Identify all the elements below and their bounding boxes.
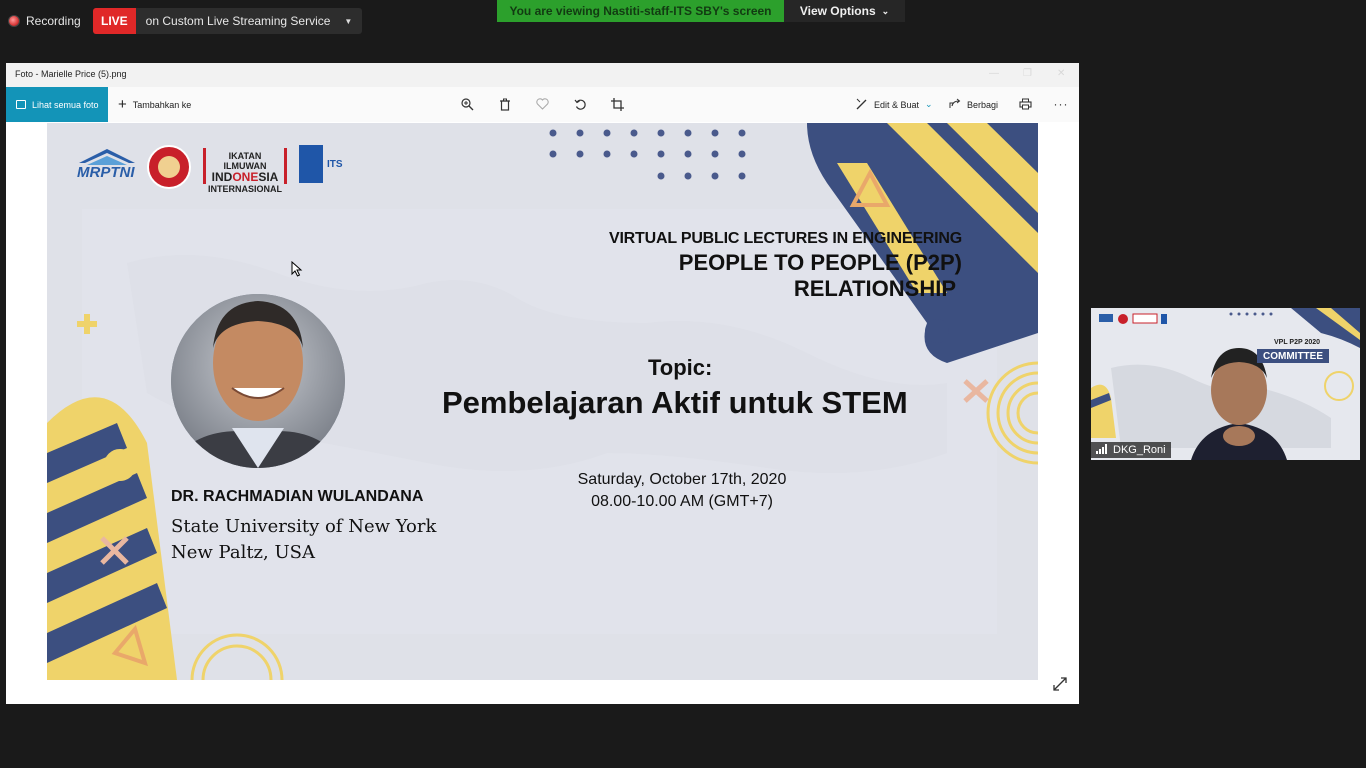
print-icon[interactable]	[1017, 96, 1033, 112]
lecture-series: VIRTUAL PUBLIC LECTURES IN ENGINEERING	[608, 230, 962, 247]
speaker-name: DR. RACHMADIAN WULANDANA	[171, 488, 424, 505]
more-icon[interactable]: ···	[1053, 96, 1069, 112]
live-service-wrap: on Custom Live Streaming Service ▼	[136, 8, 363, 34]
ikatan-line-2: INDONESIA	[206, 171, 284, 184]
ikatan-line-3: INTERNASIONAL	[208, 184, 282, 194]
all-photos-button[interactable]: Lihat semua foto	[6, 87, 108, 122]
ikatan-line-2b: ONE	[232, 170, 259, 184]
event-time: 08.00-10.00 AM (GMT+7)	[591, 493, 773, 510]
rotate-icon[interactable]	[572, 96, 588, 112]
edit-create-button[interactable]: Edit & Buat ⌄	[856, 87, 933, 122]
photos-toolbar: Lihat semua foto + Tambahkan ke Edit & B…	[6, 87, 1079, 122]
topic-label: Topic:	[648, 355, 713, 380]
recording-label: Recording	[26, 14, 81, 28]
live-service-label: on Custom Live Streaming Service	[145, 14, 331, 28]
signal-icon	[1096, 443, 1108, 457]
mrptni-text: MRPTNI	[77, 164, 135, 181]
slide-image: MRPTNI IKATAN ILMUWAN INDONESIA INTERNAS…	[47, 123, 1038, 680]
video-banner-1: VPL P2P 2020	[1274, 339, 1321, 346]
speaker-affiliation-2: New Paltz, USA	[171, 542, 315, 563]
view-options-label: View Options	[799, 4, 876, 18]
all-photos-label: Lihat semua foto	[32, 99, 99, 110]
ikatan-line-2c: SIA	[258, 170, 279, 184]
chevron-down-icon: ⌄	[881, 5, 890, 16]
mrptni-logo: MRPTNI	[75, 147, 139, 192]
live-badge: LIVE	[93, 8, 136, 34]
photo-icon	[16, 100, 26, 109]
event-date: Saturday, October 17th, 2020	[577, 471, 787, 488]
participant-name-tag: DKG_Roni	[1091, 442, 1171, 458]
topic-title: Pembelajaran Aktif untuk STEM	[442, 385, 908, 420]
participant-video[interactable]: VPL P2P 2020 COMMITTEE DKG_Roni	[1091, 308, 1360, 460]
minimize-icon[interactable]: —	[989, 68, 999, 79]
lecture-title-2: RELATIONSHIP	[793, 276, 956, 301]
lecture-title-1: PEOPLE TO PEOPLE (P2P)	[678, 250, 962, 275]
fullscreen-icon[interactable]	[1052, 676, 1070, 694]
close-icon[interactable]: ✕	[1057, 68, 1065, 79]
viewing-banner: You are viewing Nastiti-staff-ITS SBY's …	[497, 0, 784, 22]
caret-down-icon: ▼	[344, 16, 353, 26]
delete-icon[interactable]	[497, 96, 513, 112]
garuda-logo	[147, 145, 191, 189]
recording-indicator[interactable]: Recording	[8, 8, 81, 34]
chevron-down-icon: ⌄	[925, 99, 933, 109]
live-stream-dropdown[interactable]: LIVE on Custom Live Streaming Service ▼	[93, 8, 363, 34]
video-background	[1091, 308, 1360, 460]
plus-icon: +	[118, 96, 127, 113]
video-banner-2: COMMITTEE	[1257, 349, 1329, 363]
its-text: ITS	[327, 159, 343, 170]
ikatan-line-2a: IND	[211, 170, 233, 184]
ikatan-ilmuwan-logo: IKATAN ILMUWAN INDONESIA INTERNASIONAL	[203, 148, 287, 194]
photos-window: Foto - Marielle Price (5).png — ❐ ✕ Liha…	[6, 63, 1079, 704]
edit-icon	[856, 98, 868, 112]
favorite-icon[interactable]	[534, 96, 550, 112]
add-to-label: Tambahkan ke	[132, 99, 192, 110]
participant-name: DKG_Roni	[1113, 444, 1166, 456]
zoom-icon[interactable]	[459, 96, 475, 112]
add-to-button[interactable]: + Tambahkan ke	[118, 87, 191, 122]
window-title: Foto - Marielle Price (5).png	[15, 69, 127, 79]
share-label: Berbagi	[967, 99, 999, 110]
ikatan-line-1: IKATAN ILMUWAN	[223, 151, 267, 171]
record-dot-icon	[8, 15, 20, 27]
edit-create-label: Edit & Buat	[874, 99, 920, 110]
its-logo	[299, 145, 323, 183]
maximize-icon[interactable]: ❐	[1023, 68, 1032, 79]
crop-icon[interactable]	[609, 96, 625, 112]
share-icon	[949, 98, 961, 111]
view-options-button[interactable]: View Options ⌄	[784, 0, 905, 22]
speaker-affiliation-1: State University of New York	[171, 516, 437, 537]
title-bar: Foto - Marielle Price (5).png — ❐ ✕	[6, 63, 1079, 87]
share-button[interactable]: Berbagi	[949, 87, 998, 122]
cursor-icon	[291, 261, 303, 277]
